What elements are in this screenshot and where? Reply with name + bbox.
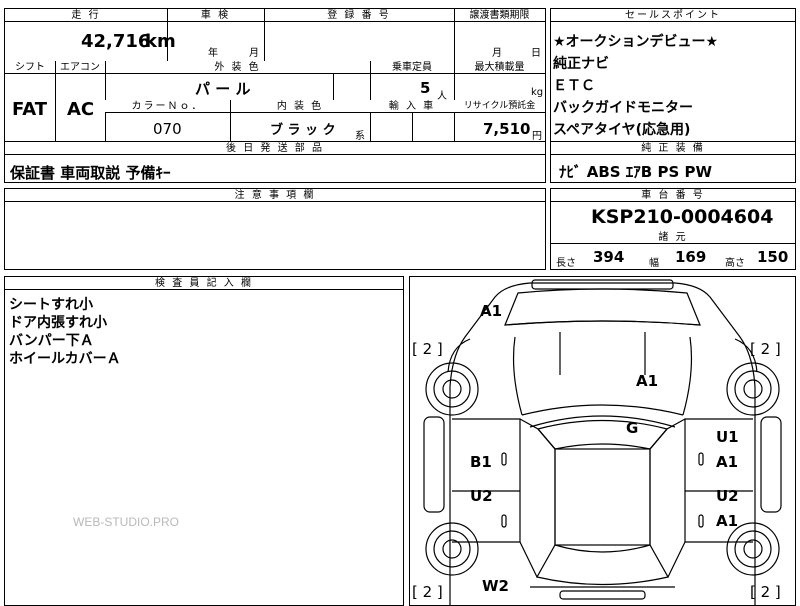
mileage-value: 42,716 — [81, 31, 151, 52]
capacity-header: 乗車定員 — [370, 61, 454, 74]
exterior-color-header: 外 装 色 — [105, 61, 370, 74]
exterior-color-value: パ ー ル — [195, 80, 251, 98]
inspector-note-3: バンパー下Ａ — [9, 333, 94, 349]
color-no-value: 070 — [153, 120, 182, 138]
mark-right-rear-door-1: U2 — [716, 487, 739, 505]
capacity-value: 5 — [420, 79, 431, 97]
mark-right-front-door-1: U1 — [716, 428, 739, 446]
aircon-value: AC — [67, 99, 95, 120]
max-load-unit: kg — [531, 87, 544, 98]
notes-header: 注 意 事 項 欄 — [5, 189, 545, 202]
mileage-header: 走 行 — [5, 9, 167, 22]
interior-color-value: ブ ラ ッ ク — [270, 123, 336, 138]
mark-hood: A1 — [636, 372, 659, 390]
inspection-header: 車 検 — [167, 9, 264, 22]
inspector-notes-box: 検 査 員 記 入 欄 シートすれ小 ドア内張すれ小 バンパー下Ａ ホイールカバ… — [4, 276, 404, 606]
mark-right-rear-door-2: A1 — [716, 512, 739, 530]
shift-value: FAT — [12, 99, 48, 120]
interior-color-suffix: 系 — [355, 131, 365, 142]
tire-rear-right: [ 2 ] — [750, 583, 781, 601]
chassis-number-value: KSP210-0004604 — [591, 206, 774, 228]
sales-point-header: セールスポイント — [551, 9, 795, 22]
tire-front-left: [ 2 ] — [412, 340, 443, 358]
standard-equipment-value: ﾅﾋﾞ ABS ｴｱB PS PW — [559, 163, 713, 181]
inspector-note-1: シートすれ小 — [9, 297, 93, 313]
inspector-note-2: ドア内張すれ小 — [9, 315, 107, 331]
width-label: 幅 — [649, 258, 659, 269]
shift-header: シフト — [5, 61, 55, 74]
length-value: 394 — [593, 248, 625, 266]
later-parts-box: 後 日 発 送 部 品 保証書 車両取説 予備ｷｰ — [4, 141, 546, 183]
watermark: WEB-STUDIO.PRO — [73, 515, 180, 529]
dimensions-header: 諸 元 — [551, 231, 795, 244]
car-diagram-box: A1 A1 G U1 A1 B1 U2 U2 A1 W2 [ 2 ] [ 2 ]… — [409, 276, 796, 606]
mark-rear: W2 — [482, 577, 509, 595]
mark-left-rear-door: U2 — [470, 487, 493, 505]
mark-windshield: G — [626, 419, 639, 437]
transfer-deadline-header: 譲渡書類期限 — [454, 9, 545, 22]
import-header: 輸 入 車 — [370, 100, 454, 113]
recycle-unit: 円 — [532, 131, 542, 142]
recycle-header: リサイクル預託金 — [454, 100, 545, 113]
width-value: 169 — [675, 248, 707, 266]
transfer-day-label: 日 — [531, 48, 541, 59]
tire-rear-left: [ 2 ] — [412, 583, 443, 601]
inspection-month-label: 月 — [249, 48, 259, 59]
sales-point-2: 純正ナビ — [553, 56, 609, 72]
sales-point-4: バックガイドモニター — [553, 100, 693, 116]
later-parts-header: 後 日 発 送 部 品 — [5, 142, 545, 155]
registration-header: 登 録 番 号 — [264, 9, 454, 22]
height-label: 高さ — [725, 258, 745, 269]
later-parts-value: 保証書 車両取説 予備ｷｰ — [10, 164, 171, 182]
height-value: 150 — [757, 248, 789, 266]
vehicle-info-table: 走 行 車 検 登 録 番 号 譲渡書類期限 42,716 km 年 月 月 日… — [4, 8, 546, 142]
tire-front-right: [ 2 ] — [750, 340, 781, 358]
sales-point-5: スペアタイヤ(応急用) — [553, 122, 691, 138]
sales-point-1: ★オークションデビュー★ — [553, 34, 719, 50]
length-label: 長さ — [556, 258, 576, 269]
standard-equipment-box: 純 正 装 備 ﾅﾋﾞ ABS ｴｱB PS PW — [550, 141, 796, 183]
mark-left-front-door: B1 — [470, 453, 492, 471]
mark-front-bumper: A1 — [480, 302, 503, 320]
mark-right-front-door-2: A1 — [716, 453, 739, 471]
max-load-header: 最大積載量 — [454, 61, 545, 74]
sales-point-3: ＥＴＣ — [553, 78, 595, 94]
chassis-number-header: 車 台 番 号 — [551, 189, 795, 202]
transfer-month-label: 月 — [492, 48, 502, 59]
aircon-header: エアコン — [55, 61, 105, 74]
chassis-box: 車 台 番 号 KSP210-0004604 諸 元 長さ 394 幅 169 … — [550, 188, 796, 270]
mileage-unit: km — [145, 31, 176, 52]
notes-box: 注 意 事 項 欄 — [4, 188, 546, 270]
interior-color-header: 内 装 色 — [230, 100, 370, 113]
standard-equipment-header: 純 正 装 備 — [551, 142, 795, 155]
inspector-note-4: ホイールカバーＡ — [9, 351, 121, 367]
color-no-header: カラーＮｏ． — [105, 100, 230, 113]
inspection-year-label: 年 — [208, 48, 218, 59]
recycle-fee-value: 7,510 — [483, 120, 531, 138]
sales-point-box: セールスポイント ★オークションデビュー★ 純正ナビ ＥＴＣ バックガイドモニタ… — [550, 8, 796, 142]
inspector-notes-header: 検 査 員 記 入 欄 — [5, 277, 403, 290]
